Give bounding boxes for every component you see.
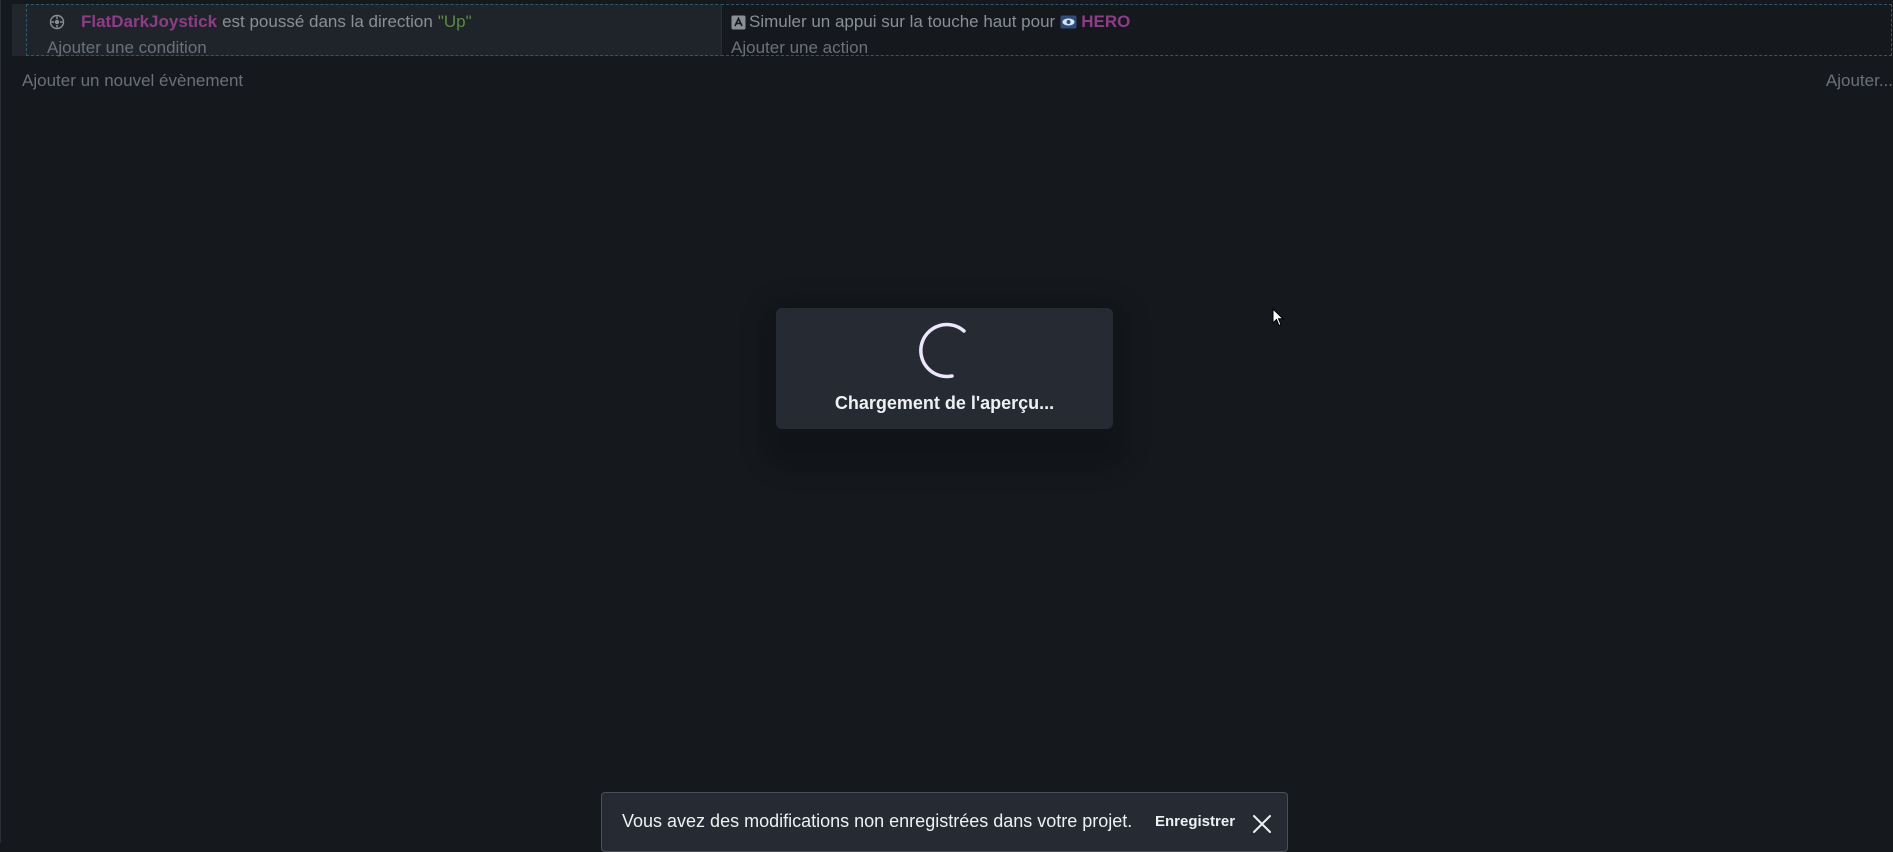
add-other-button[interactable]: Ajouter...	[1826, 71, 1893, 91]
snackbar-message: Vous avez des modifications non enregist…	[622, 811, 1133, 831]
add-event-button[interactable]: Ajouter un nouvel évènement	[22, 71, 243, 91]
close-icon[interactable]	[1251, 813, 1273, 835]
condition-text: est poussé dans la direction	[222, 12, 433, 31]
sprite-eye-icon	[1060, 15, 1077, 29]
actions-panel[interactable]: Simuler un appui sur la touche haut pour…	[721, 4, 1892, 58]
action-text: Simuler un appui sur la touche haut pour	[749, 12, 1056, 31]
unsaved-changes-snackbar: Vous avez des modifications non enregist…	[601, 792, 1288, 852]
add-condition-button[interactable]: Ajouter une condition	[47, 38, 207, 58]
action-object-name: HERO	[1081, 12, 1131, 31]
condition-item[interactable]: FlatDarkJoystick est poussé dans la dire…	[49, 11, 472, 33]
event-row[interactable]: FlatDarkJoystick est poussé dans la dire…	[12, 0, 1892, 58]
add-action-button[interactable]: Ajouter une action	[731, 38, 868, 58]
conditions-panel[interactable]: FlatDarkJoystick est poussé dans la dire…	[26, 4, 733, 58]
action-item[interactable]: Simuler un appui sur la touche haut pour…	[731, 11, 1130, 33]
save-button[interactable]: Enregistrer	[1155, 813, 1235, 830]
left-gutter	[0, 0, 1, 843]
loading-text: Chargement de l'aperçu...	[834, 393, 1055, 413]
event-drag-handle[interactable]	[12, 4, 26, 56]
mouse-cursor-icon	[1272, 308, 1285, 327]
condition-object-name: FlatDarkJoystick	[81, 12, 218, 31]
loading-spinner-icon	[919, 322, 966, 379]
condition-param: "Up"	[437, 12, 472, 31]
loading-dialog: Chargement de l'aperçu...	[776, 308, 1113, 429]
joystick-icon	[49, 14, 65, 30]
keyboard-icon	[731, 15, 746, 30]
